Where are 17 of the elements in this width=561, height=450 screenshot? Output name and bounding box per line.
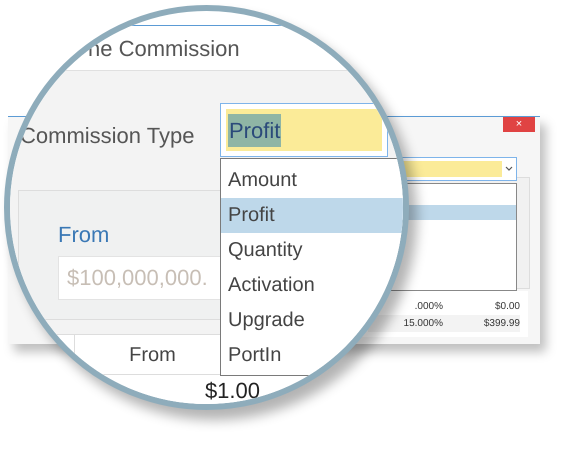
- chevron-down-icon: [505, 166, 513, 172]
- table-cell: .000%: [414, 301, 443, 312]
- selected-text: Profit: [228, 114, 282, 146]
- dropdown-option[interactable]: Amount: [221, 163, 403, 198]
- dropdown-option[interactable]: PortIn: [221, 338, 403, 373]
- commission-type-combo[interactable]: Profit: [220, 103, 388, 157]
- table-cell: $399.99: [484, 318, 520, 329]
- field-label: Commission Type: [20, 122, 194, 150]
- column-header: From: [129, 342, 176, 368]
- close-button[interactable]: ×: [503, 117, 535, 132]
- dropdown-option[interactable]: Upgrade: [221, 303, 403, 338]
- field-label: From: [58, 221, 110, 249]
- table-cell-text: $1.00: [204, 377, 260, 403]
- table-cell: $0.00: [494, 301, 520, 312]
- dropdown-list[interactable]: Amount Profit Quantity Activation Upgrade PortIn: [220, 158, 403, 376]
- table-cell: 15.000%: [404, 318, 443, 329]
- dropdown-option[interactable]: Profit: [221, 198, 403, 233]
